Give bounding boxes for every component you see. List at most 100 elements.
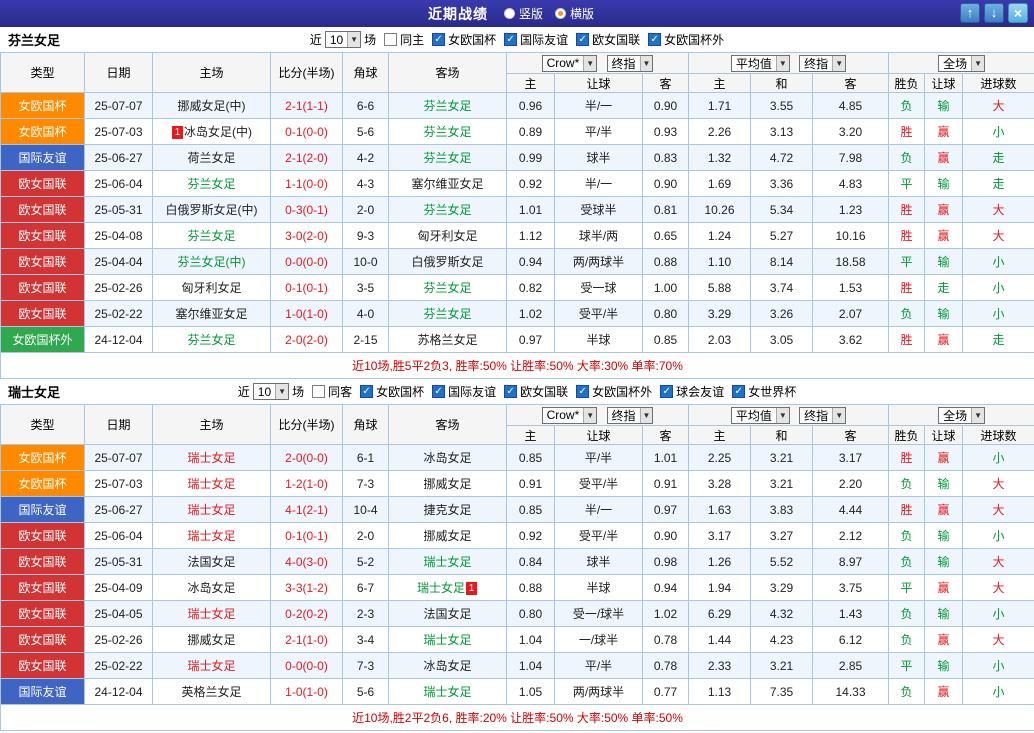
average-select[interactable]: 平均值 ▼ bbox=[730, 406, 790, 424]
goals-result-cell: 走 bbox=[962, 144, 1034, 171]
away-team-name: 瑞士女足 bbox=[416, 581, 465, 595]
away-team-cell: 芬兰女足 bbox=[388, 300, 507, 327]
league-filter-checkbox[interactable]: ✓ bbox=[660, 385, 674, 398]
league-filter-checkbox[interactable]: ✓ bbox=[504, 385, 518, 398]
recent-label: 近 bbox=[309, 33, 322, 47]
handicap-away-odds: 1.02 bbox=[642, 600, 689, 627]
table-row: 国际友谊 25-06-27 荷兰女足 2-1(2-0) 4-2 芬兰女足 0.99 球半 0.8… bbox=[0, 144, 1034, 171]
handicap-stage-select[interactable]: 终指 ▼ bbox=[606, 54, 654, 72]
handicap-stage-value: 终指 bbox=[611, 56, 636, 71]
score-cell: 3-3(1-2) bbox=[270, 574, 343, 601]
scope-select[interactable]: 全场 ▼ bbox=[938, 406, 985, 424]
table-row: 欧女国联 25-02-26 匈牙利女足 0-1(0-1) 3-5 芬兰女足 0.82 受一球 1… bbox=[0, 274, 1034, 301]
handicap-line: 受一/球半 bbox=[554, 600, 643, 627]
handicap-line: 受球半 bbox=[554, 196, 643, 223]
score-cell: 0-3(0-1) bbox=[270, 196, 343, 223]
away-team-cell: 捷克女足 bbox=[388, 496, 507, 523]
away-team-cell: 白俄罗斯女足 bbox=[388, 248, 507, 275]
date-cell: 25-02-26 bbox=[84, 626, 153, 653]
match-result-cell: 负 bbox=[888, 144, 926, 171]
avg-away-odds: 10.16 bbox=[811, 222, 890, 249]
handicap-home-odds: 1.12 bbox=[506, 222, 555, 249]
move-up-button[interactable]: ↑ bbox=[960, 3, 980, 23]
same-venue-checkbox[interactable] bbox=[384, 33, 398, 46]
same-venue-checkbox[interactable] bbox=[312, 385, 326, 398]
dropdown-arrow-icon: ▼ bbox=[639, 407, 653, 423]
home-team-name: 瑞士女足 bbox=[187, 503, 236, 517]
league-filter-checkbox[interactable]: ✓ bbox=[576, 385, 590, 398]
league-type-cell: 女欧国杯 bbox=[0, 92, 85, 119]
col-result: 胜负 bbox=[888, 73, 926, 93]
league-filter-checkbox[interactable]: ✓ bbox=[360, 385, 374, 398]
handicap-home-odds: 0.84 bbox=[506, 548, 555, 575]
avg-home-odds: 1.63 bbox=[688, 496, 751, 523]
europe-stage-select[interactable]: 终指 ▼ bbox=[799, 406, 847, 424]
layout-horizontal-option[interactable]: 横版 bbox=[555, 5, 594, 22]
home-team-name: 芬兰女足 bbox=[187, 229, 236, 243]
league-type-cell: 欧女国联 bbox=[0, 574, 85, 601]
handicap-line: 半/一 bbox=[554, 170, 643, 197]
away-team-cell: 瑞士女足 bbox=[388, 548, 507, 575]
avg-draw-odds: 3.05 bbox=[750, 326, 813, 353]
radio-selected-icon[interactable] bbox=[555, 8, 566, 19]
radio-unselected-icon[interactable] bbox=[503, 8, 515, 19]
layout-vertical-option[interactable]: 竖版 bbox=[503, 5, 543, 22]
match-result-cell: 负 bbox=[888, 470, 926, 497]
table-row: 欧女国联 25-04-08 芬兰女足 3-0(2-0) 9-3 匈牙利女足 1.12 球半/两… bbox=[0, 222, 1034, 249]
corner-cell: 6-6 bbox=[342, 92, 389, 119]
home-team-cell: 挪威女足(中) bbox=[152, 92, 271, 119]
europe-stage-select[interactable]: 终指 ▼ bbox=[799, 54, 847, 72]
close-icon: × bbox=[1013, 5, 1023, 21]
league-filter-checkbox[interactable]: ✓ bbox=[432, 385, 446, 398]
away-team-name: 瑞士女足 bbox=[423, 685, 472, 699]
home-team-cell: 芬兰女足 bbox=[152, 170, 271, 197]
down-arrow-icon: ↓ bbox=[990, 5, 998, 20]
league-filter-checkbox[interactable]: ✓ bbox=[732, 385, 746, 398]
score-cell: 1-1(0-0) bbox=[270, 170, 343, 197]
handicap-line: 球半 bbox=[554, 548, 643, 575]
home-team-name: 塞尔维亚女足 bbox=[175, 307, 248, 321]
score-cell: 0-0(0-0) bbox=[270, 248, 343, 275]
home-team-name: 冰岛女足(中) bbox=[184, 125, 252, 139]
close-button[interactable]: × bbox=[1008, 3, 1028, 23]
score-cell: 2-0(0-0) bbox=[270, 444, 343, 471]
handicap-result-cell: 赢 bbox=[924, 144, 964, 171]
handicap-result-cell: 输 bbox=[924, 170, 964, 197]
scope-select[interactable]: 全场 ▼ bbox=[938, 54, 985, 72]
handicap-home-odds: 0.80 bbox=[506, 600, 555, 627]
home-team-cell: 荷兰女足 bbox=[152, 144, 271, 171]
table-row: 欧女国联 25-04-09 冰岛女足 3-3(1-2) 6-7 瑞士女足 1 0.88 半球 0.… bbox=[0, 574, 1034, 601]
col-handicap-result: 让球 bbox=[924, 425, 964, 445]
away-team-name: 芬兰女足 bbox=[423, 307, 472, 321]
average-select[interactable]: 平均值 ▼ bbox=[730, 54, 790, 72]
col-handicap-home: 主 bbox=[506, 425, 555, 445]
titlebar-buttons: ↑ ↓ × bbox=[960, 3, 1028, 23]
goals-result-cell: 小 bbox=[962, 444, 1034, 471]
league-filter-checkbox[interactable]: ✓ bbox=[432, 33, 446, 46]
away-team-cell: 芬兰女足 bbox=[388, 144, 507, 171]
league-type-cell: 欧女国联 bbox=[0, 626, 85, 653]
handicap-line: 受平/半 bbox=[554, 470, 643, 497]
league-filter-checkbox[interactable]: ✓ bbox=[576, 33, 590, 46]
recent-count-select[interactable]: 10 ▼ bbox=[252, 383, 290, 400]
move-down-button[interactable]: ↓ bbox=[984, 3, 1004, 23]
handicap-home-odds: 0.96 bbox=[506, 92, 555, 119]
avg-home-odds: 3.29 bbox=[688, 300, 751, 327]
league-filter-checkbox[interactable]: ✓ bbox=[648, 33, 662, 46]
col-home: 主场 bbox=[152, 52, 271, 93]
score-cell: 1-0(1-0) bbox=[270, 678, 343, 705]
bookmaker-select[interactable]: Crow* ▼ bbox=[541, 54, 598, 72]
handicap-stage-select[interactable]: 终指 ▼ bbox=[606, 406, 654, 424]
match-result-cell: 胜 bbox=[888, 222, 926, 249]
home-team-cell: 白俄罗斯女足(中) bbox=[152, 196, 271, 223]
league-filter-checkbox[interactable]: ✓ bbox=[504, 33, 518, 46]
bookmaker-select[interactable]: Crow* ▼ bbox=[541, 406, 598, 424]
recent-count-select[interactable]: 10 ▼ bbox=[324, 31, 362, 48]
col-goals-result: 进球数 bbox=[962, 425, 1034, 445]
titlebar: 近期战绩 竖版 横版 ↑ ↓ × bbox=[0, 0, 1034, 27]
league-type-cell: 欧女国联 bbox=[0, 600, 85, 627]
corner-cell: 5-6 bbox=[342, 118, 389, 145]
goals-result-cell: 小 bbox=[962, 248, 1034, 275]
avg-home-odds: 1.44 bbox=[688, 626, 751, 653]
home-team-cell: 冰岛女足 bbox=[152, 574, 271, 601]
